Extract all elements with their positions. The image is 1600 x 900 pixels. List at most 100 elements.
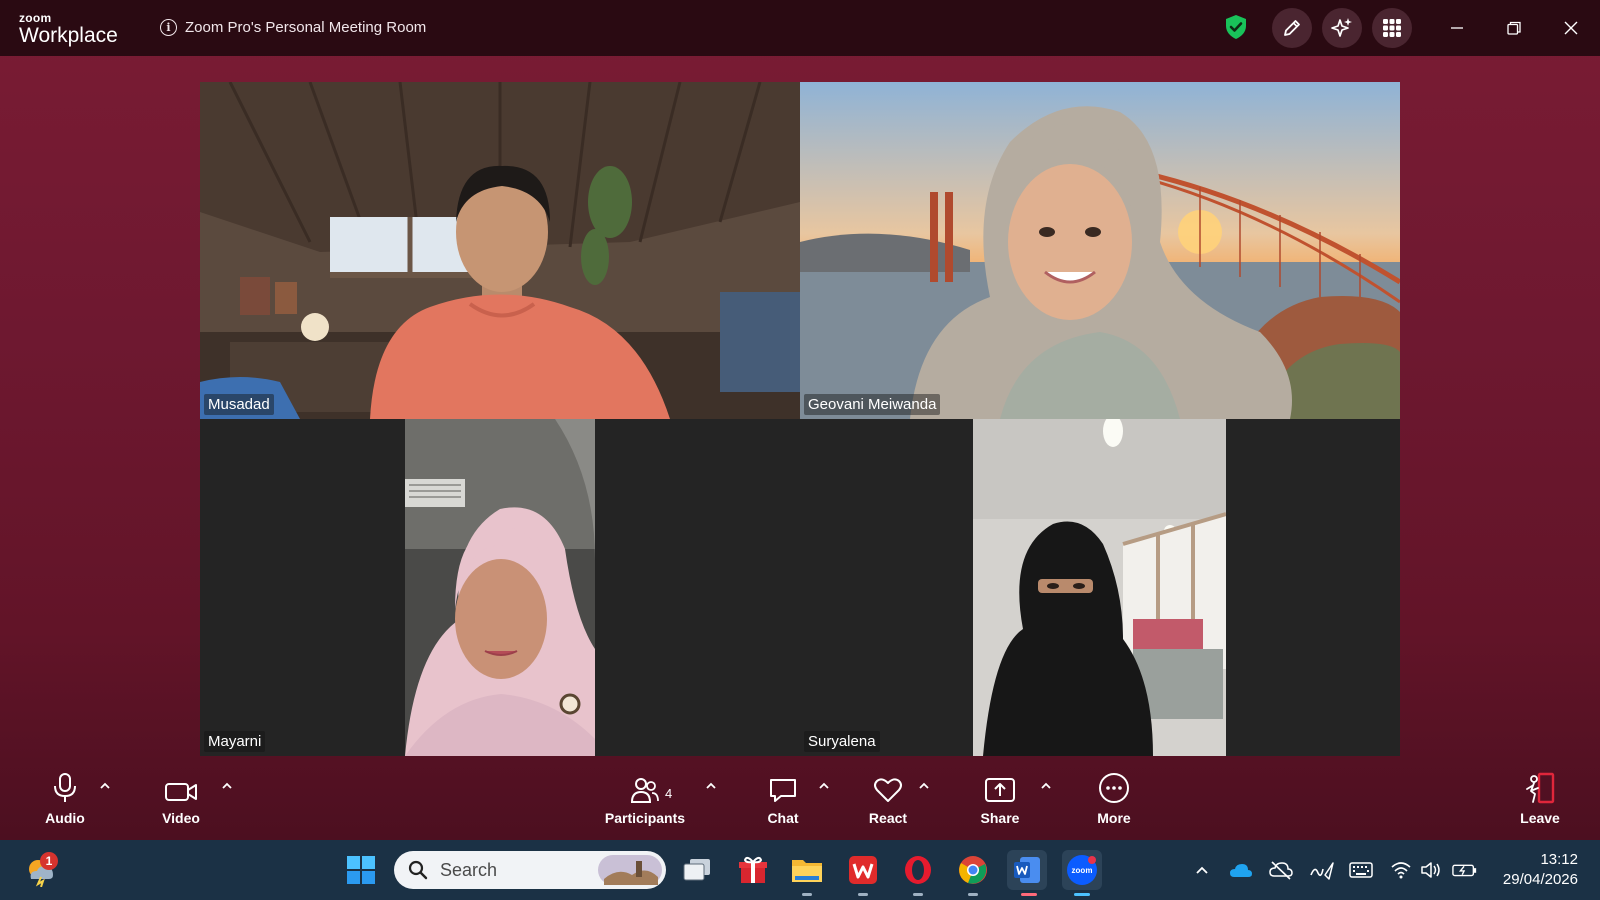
heart-icon [874, 778, 902, 802]
clock-time: 13:12 [1540, 851, 1578, 868]
wifi-tray[interactable] [1388, 858, 1414, 882]
speaker-volume-icon [1421, 862, 1440, 878]
logo-brand-small: zoom [19, 11, 52, 25]
annotate-button[interactable] [1272, 8, 1312, 48]
apps-button[interactable] [1372, 8, 1412, 48]
video-options-caret[interactable] [219, 780, 235, 792]
keyboard-icon [1349, 862, 1373, 878]
leave-button[interactable]: Leave [1515, 770, 1565, 826]
wifi-icon [1391, 862, 1411, 879]
video-tile-suryalena[interactable]: Suryalena [800, 419, 1400, 756]
taskbar-app-opera[interactable] [898, 850, 938, 890]
chevron-up-icon [1041, 782, 1051, 789]
start-button[interactable] [341, 850, 381, 890]
video-feed [405, 419, 595, 756]
video-tile-mayarni[interactable]: Mayarni [200, 419, 800, 756]
battery-tray[interactable] [1452, 858, 1478, 882]
zoom-app-icon: zoom [1067, 855, 1097, 885]
search-highlight-image [598, 855, 662, 885]
video-camera-icon [165, 783, 197, 801]
video-feed [973, 419, 1226, 756]
leave-door-icon [1526, 772, 1555, 804]
chat-button[interactable]: Chat [758, 770, 808, 826]
audio-options-caret[interactable] [97, 780, 113, 792]
share-options-caret[interactable] [1038, 780, 1054, 792]
leave-label: Leave [1520, 810, 1560, 826]
chevron-up-icon [919, 782, 929, 789]
volume-tray[interactable] [1418, 858, 1444, 882]
microsoft-word-icon [1014, 857, 1040, 883]
taskbar-app-word[interactable] [1007, 850, 1047, 890]
opera-browser-icon [905, 856, 931, 884]
participants-button[interactable]: Participants [600, 770, 690, 826]
taskbar-app-file-explorer[interactable] [787, 850, 827, 890]
video-feed [800, 82, 1400, 419]
more-button[interactable]: More [1089, 770, 1139, 826]
svg-text:zoom: zoom [1072, 866, 1093, 875]
running-indicator [858, 893, 868, 896]
zoom-window: zoom Workplace i Zoom Pro's Personal Mee… [0, 0, 1600, 840]
participants-options-caret[interactable] [703, 780, 719, 792]
task-view-icon [683, 859, 710, 881]
participants-count: 4 [665, 786, 673, 801]
video-tile-musadad[interactable]: Musadad [200, 82, 800, 419]
system-clock[interactable]: 13:12 29/04/2026 [1503, 850, 1578, 890]
minimize-button[interactable] [1440, 12, 1474, 44]
more-label: More [1097, 810, 1131, 826]
zoom-logo: zoom Workplace [19, 12, 118, 46]
weather-notification-badge: 1 [40, 852, 58, 870]
taskbar-search[interactable]: Search [394, 851, 666, 889]
share-button[interactable]: Share [975, 770, 1025, 826]
keyboard-tray[interactable] [1348, 858, 1374, 882]
pen-handwriting-icon [1310, 862, 1334, 880]
running-indicator [913, 893, 923, 896]
running-indicator-attention [1021, 893, 1037, 896]
chevron-up-icon [706, 782, 716, 789]
cloud-off-icon [1269, 861, 1293, 880]
pen-input-tray[interactable] [1309, 858, 1335, 882]
logo-brand-big: Workplace [19, 24, 118, 47]
react-button[interactable]: React [863, 770, 913, 826]
show-hidden-icons-button[interactable] [1189, 858, 1215, 882]
wps-office-icon [849, 856, 877, 884]
task-view-button[interactable] [677, 850, 717, 890]
taskbar-app-chrome[interactable] [953, 850, 993, 890]
restore-button[interactable] [1497, 12, 1531, 44]
windows-start-icon [347, 856, 375, 884]
taskbar-app-zoom[interactable]: zoom [1062, 850, 1102, 890]
audio-label: Audio [45, 810, 85, 826]
chevron-up-icon [100, 782, 110, 789]
folder-icon [792, 860, 822, 882]
participant-name: Suryalena [804, 731, 880, 752]
participant-name: Geovani Meiwanda [804, 394, 941, 415]
chevron-up-icon [819, 782, 829, 789]
info-icon[interactable]: i [160, 18, 177, 36]
video-feed [200, 82, 800, 419]
close-window-button[interactable] [1554, 12, 1588, 44]
video-tile-geovani-meiwanda[interactable]: Geovani Meiwanda [800, 82, 1400, 419]
participants-icon [630, 778, 659, 803]
battery-charging-icon [1452, 864, 1477, 877]
running-indicator [802, 893, 812, 896]
react-options-caret[interactable] [916, 780, 932, 792]
meeting-title: Zoom Pro's Personal Meeting Room [185, 18, 427, 36]
taskbar-app-gift[interactable] [733, 850, 773, 890]
titlebar: zoom Workplace i Zoom Pro's Personal Mee… [0, 0, 1600, 56]
close-icon [1564, 21, 1578, 35]
share-label: Share [980, 810, 1020, 826]
shield-check-icon[interactable] [1224, 14, 1248, 40]
onedrive-tray[interactable] [1228, 858, 1254, 882]
video-button[interactable]: Video [156, 770, 206, 826]
react-label: React [868, 810, 908, 826]
ai-companion-button[interactable] [1322, 8, 1362, 48]
cloud-sync-off-tray[interactable] [1268, 858, 1294, 882]
chevron-up-icon [1196, 866, 1208, 874]
chat-options-caret[interactable] [816, 780, 832, 792]
audio-button[interactable]: Audio [40, 770, 90, 826]
share-screen-icon [985, 778, 1015, 802]
meeting-info[interactable]: i Zoom Pro's Personal Meeting Room [160, 14, 426, 40]
chat-bubble-icon [770, 779, 796, 802]
microphone-icon [54, 773, 76, 802]
chrome-browser-icon [959, 856, 987, 884]
taskbar-app-wps[interactable] [843, 850, 883, 890]
